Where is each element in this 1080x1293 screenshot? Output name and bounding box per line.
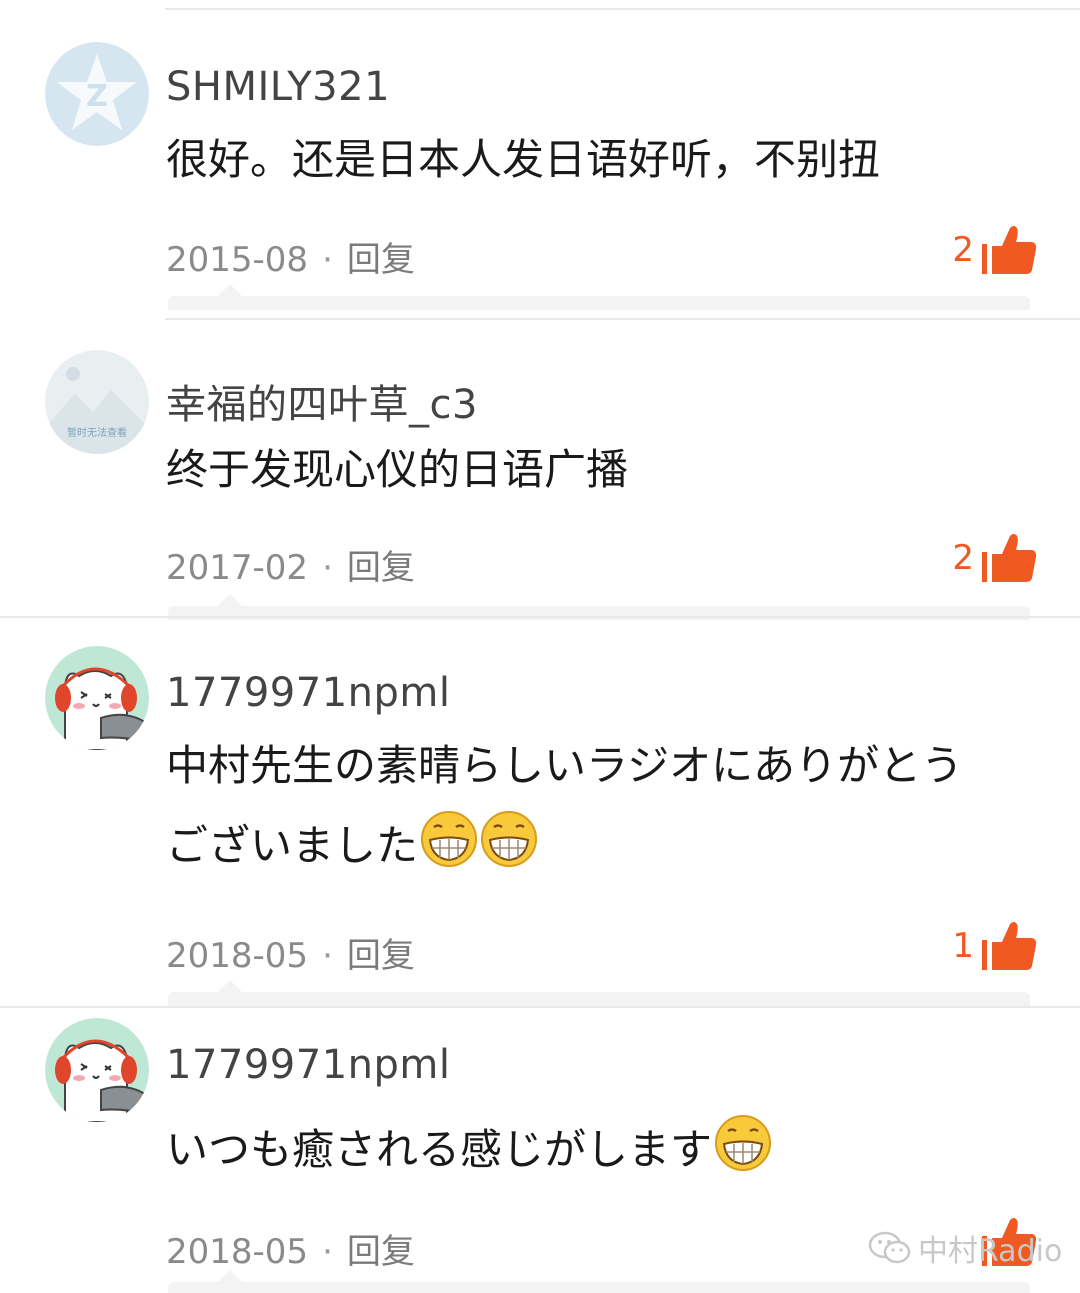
like-button[interactable]: 1 [952,918,1038,974]
reply-button[interactable]: 回复 [347,240,415,280]
qq-default-avatar-icon: Z [45,42,149,146]
separator-dot: · [322,1232,333,1272]
like-count: 2 [952,538,974,578]
divider [0,616,1080,618]
divider [165,318,1080,320]
comment-line: 很好。还是日本人发日语好听，不别扭 [166,135,881,184]
wechat-icon [868,1231,918,1265]
reply-button[interactable]: 回复 [347,936,415,976]
comment-text: いつも癒される感じがします [166,1110,1046,1190]
username[interactable]: 1779971npml [166,1042,450,1088]
comment-text: 终于发现心仪的日语广播 [166,430,1046,510]
avatar-placeholder-text: 暂时无法查看 [67,426,127,439]
comment-line-with-emoji: いつも癒される感じがします [166,1110,1046,1190]
grin-emoji-icon [480,810,538,868]
comment-line: ございました [166,821,419,870]
comment-line-with-emoji: ございました [166,806,1046,886]
comment-text: 中村先生の素晴らしいラジオにありがとう ございました [166,726,1046,886]
image-unavailable-avatar-icon: 暂时无法查看 [45,350,149,454]
comment-meta: 2018-05 · 回复 [166,928,415,977]
comment-line: いつも癒される感じがします [166,1125,713,1174]
avatar[interactable] [45,1018,149,1122]
grin-emoji-icon [714,1114,772,1172]
reply-preview [168,980,1030,1006]
reply-button[interactable]: 回复 [347,548,415,588]
username[interactable]: SHMILY321 [166,64,390,110]
reply-preview [168,1270,1030,1293]
like-count: 1 [952,926,974,966]
avatar[interactable] [45,646,149,750]
comment-item: 1779971npml 中村先生の素晴らしいラジオにありがとう ございました 2… [0,616,1080,1006]
username[interactable]: 幸福的四叶草_c3 [166,372,478,430]
comment-meta: 2017-02 · 回复 [166,540,415,589]
comment-line: 中村先生の素晴らしいラジオにありがとう [166,741,964,790]
avatar[interactable]: Z [45,42,149,146]
separator-dot: · [322,548,333,588]
watermark: 中村Radio [868,1226,1062,1270]
comment-line: 终于发现心仪的日语广播 [166,445,629,494]
comment-text: 很好。还是日本人发日语好听，不别扭 [166,120,1046,200]
cat-headphones-avatar-icon [45,1018,149,1122]
comment-item: Z SHMILY321 很好。还是日本人发日语好听，不别扭 2015-08 · 回复… [0,0,1080,310]
thumbs-up-icon [980,918,1038,974]
comment-date: 2018-05 [166,936,309,976]
comment-date: 2018-05 [166,1232,309,1272]
watermark-text: 中村Radio [918,1234,1063,1269]
separator-dot: · [322,240,333,280]
comment-meta: 2015-08 · 回复 [166,232,415,281]
divider [0,1006,1080,1008]
username[interactable]: 1779971npml [166,670,450,716]
svg-text:Z: Z [86,79,108,114]
cat-headphones-avatar-icon [45,646,149,750]
comment-item: 暂时无法查看 幸福的四叶草_c3 终于发现心仪的日语广播 2017-02 · 回复 … [0,310,1080,620]
comment-date: 2015-08 [166,240,309,280]
thumbs-up-icon [980,222,1038,278]
grin-emoji-icon [420,810,478,868]
like-button[interactable]: 2 [952,530,1038,586]
comment-meta: 2018-05 · 回复 [166,1224,415,1273]
reply-button[interactable]: 回复 [347,1232,415,1272]
like-count: 2 [952,230,974,270]
thumbs-up-icon [980,530,1038,586]
avatar[interactable]: 暂时无法查看 [45,350,149,454]
comment-date: 2017-02 [166,548,309,588]
separator-dot: · [322,936,333,976]
divider [165,8,1080,10]
like-button[interactable]: 2 [952,222,1038,278]
reply-preview [168,284,1030,310]
